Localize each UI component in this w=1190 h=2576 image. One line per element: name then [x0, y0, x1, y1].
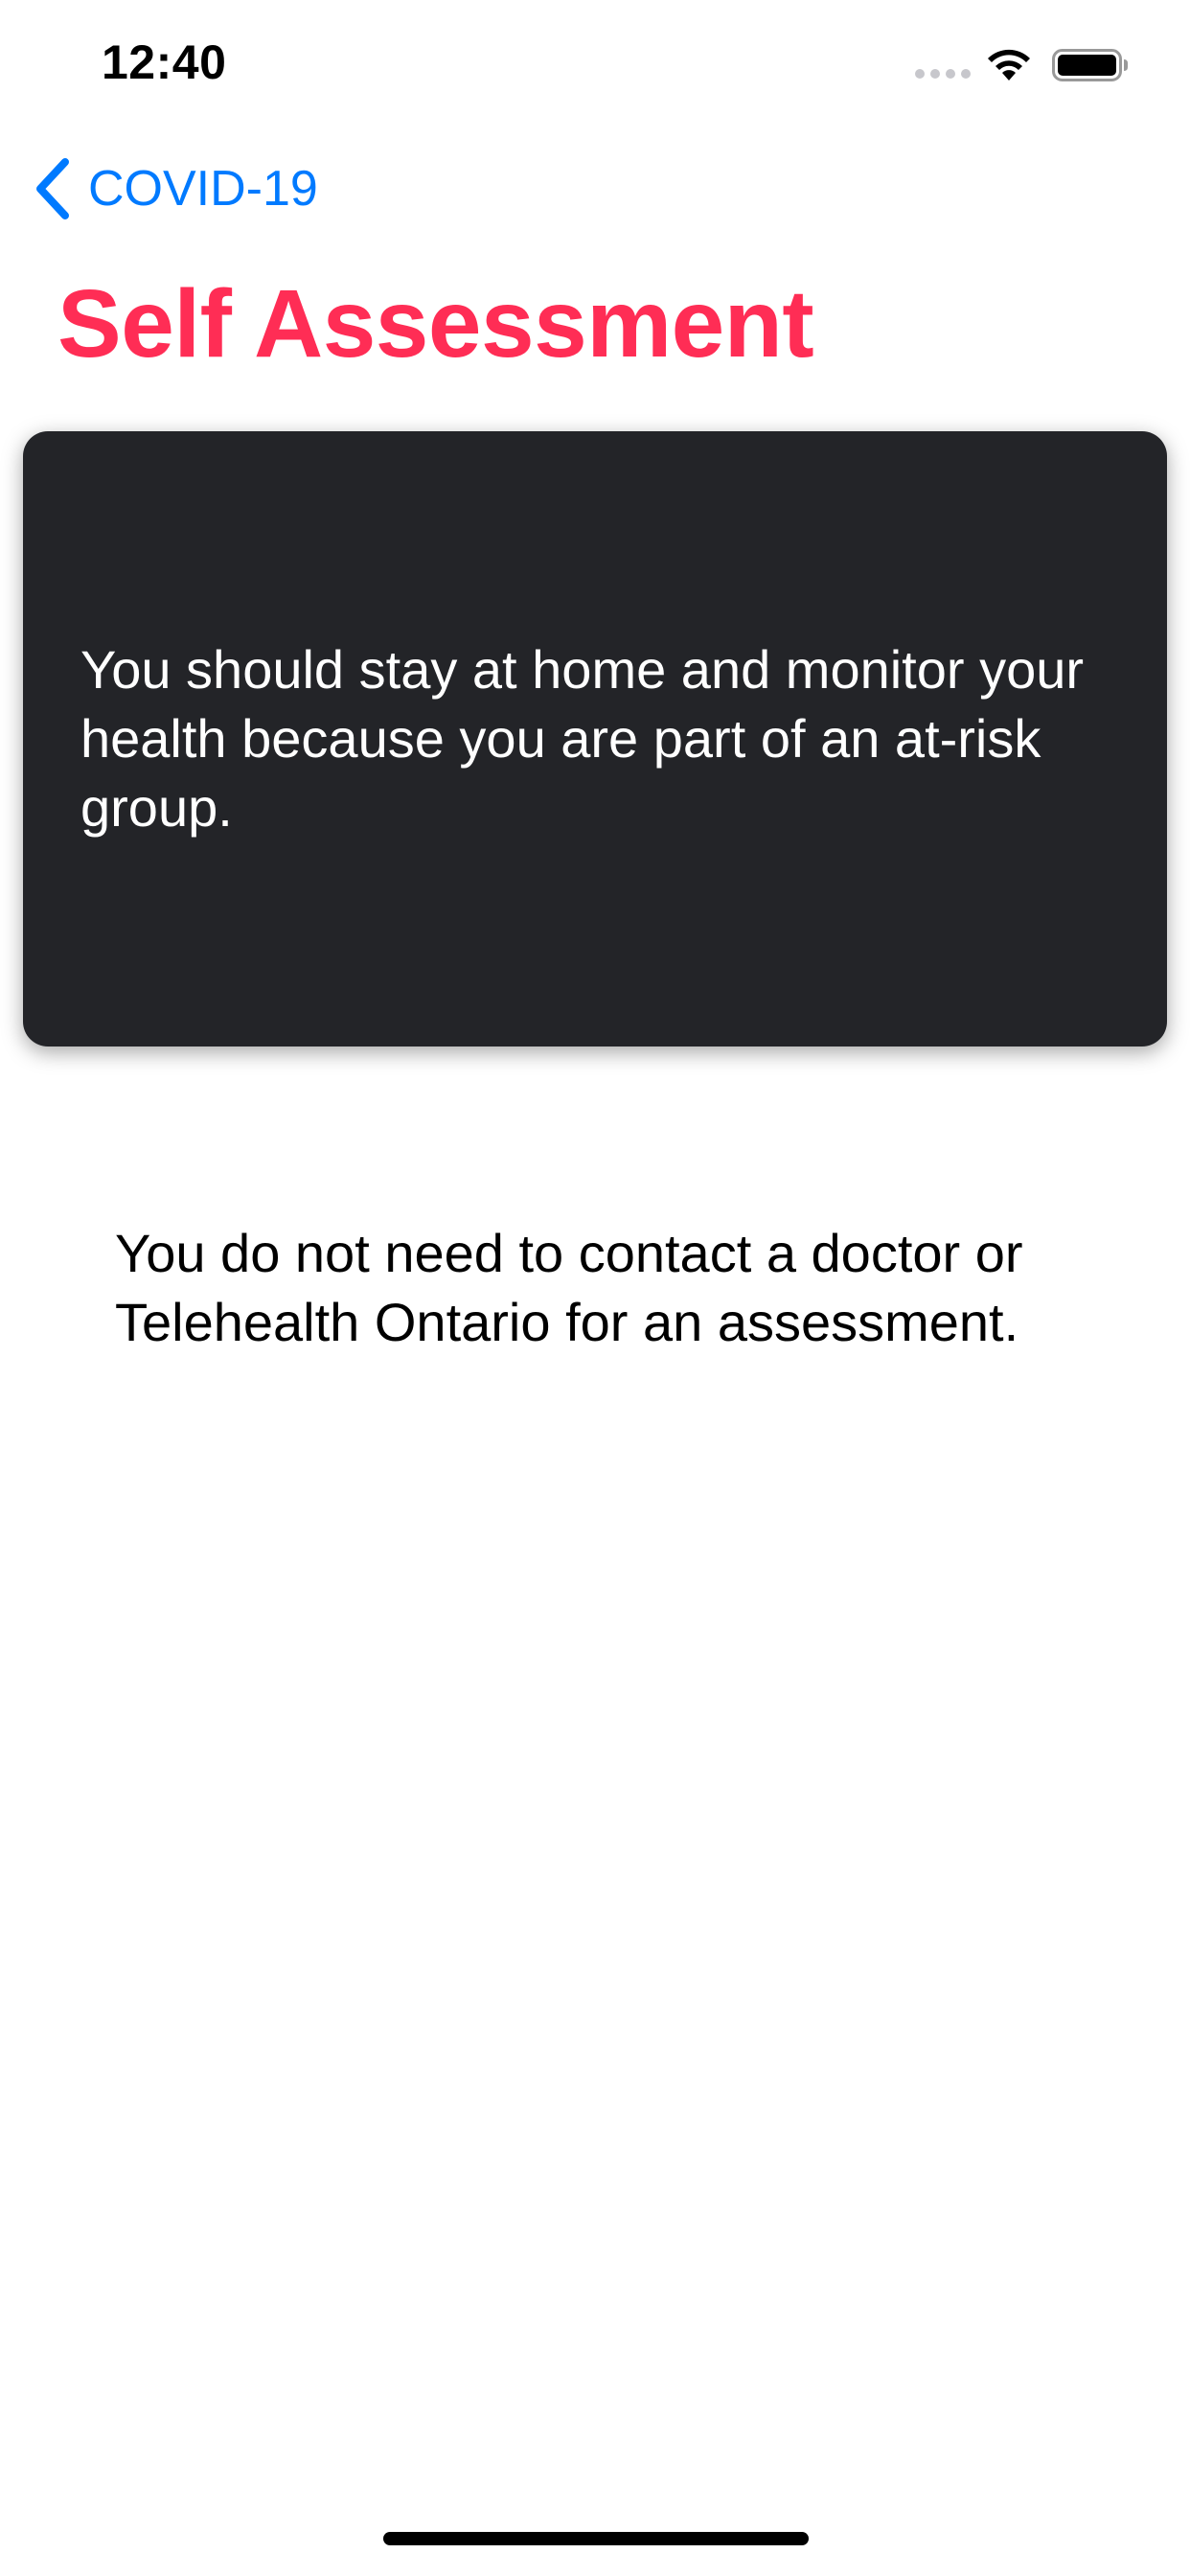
- card-message: You should stay at home and monitor your…: [80, 639, 1085, 838]
- home-indicator[interactable]: [383, 2532, 809, 2545]
- back-button[interactable]: COVID-19: [34, 153, 318, 224]
- page-title: Self Assessment: [57, 270, 814, 378]
- status-time: 12:40: [102, 35, 227, 89]
- battery-icon: [1052, 49, 1128, 81]
- status-bar: 12:40: [0, 0, 1190, 126]
- signal-icon: [915, 69, 971, 82]
- wifi-icon: [988, 49, 1030, 80]
- back-label: COVID-19: [88, 161, 318, 217]
- secondary-message: You do not need to contact a doctor or T…: [115, 1223, 1023, 1352]
- assessment-card: You should stay at home and monitor your…: [23, 431, 1167, 1046]
- chevron-left-icon: [36, 158, 69, 219]
